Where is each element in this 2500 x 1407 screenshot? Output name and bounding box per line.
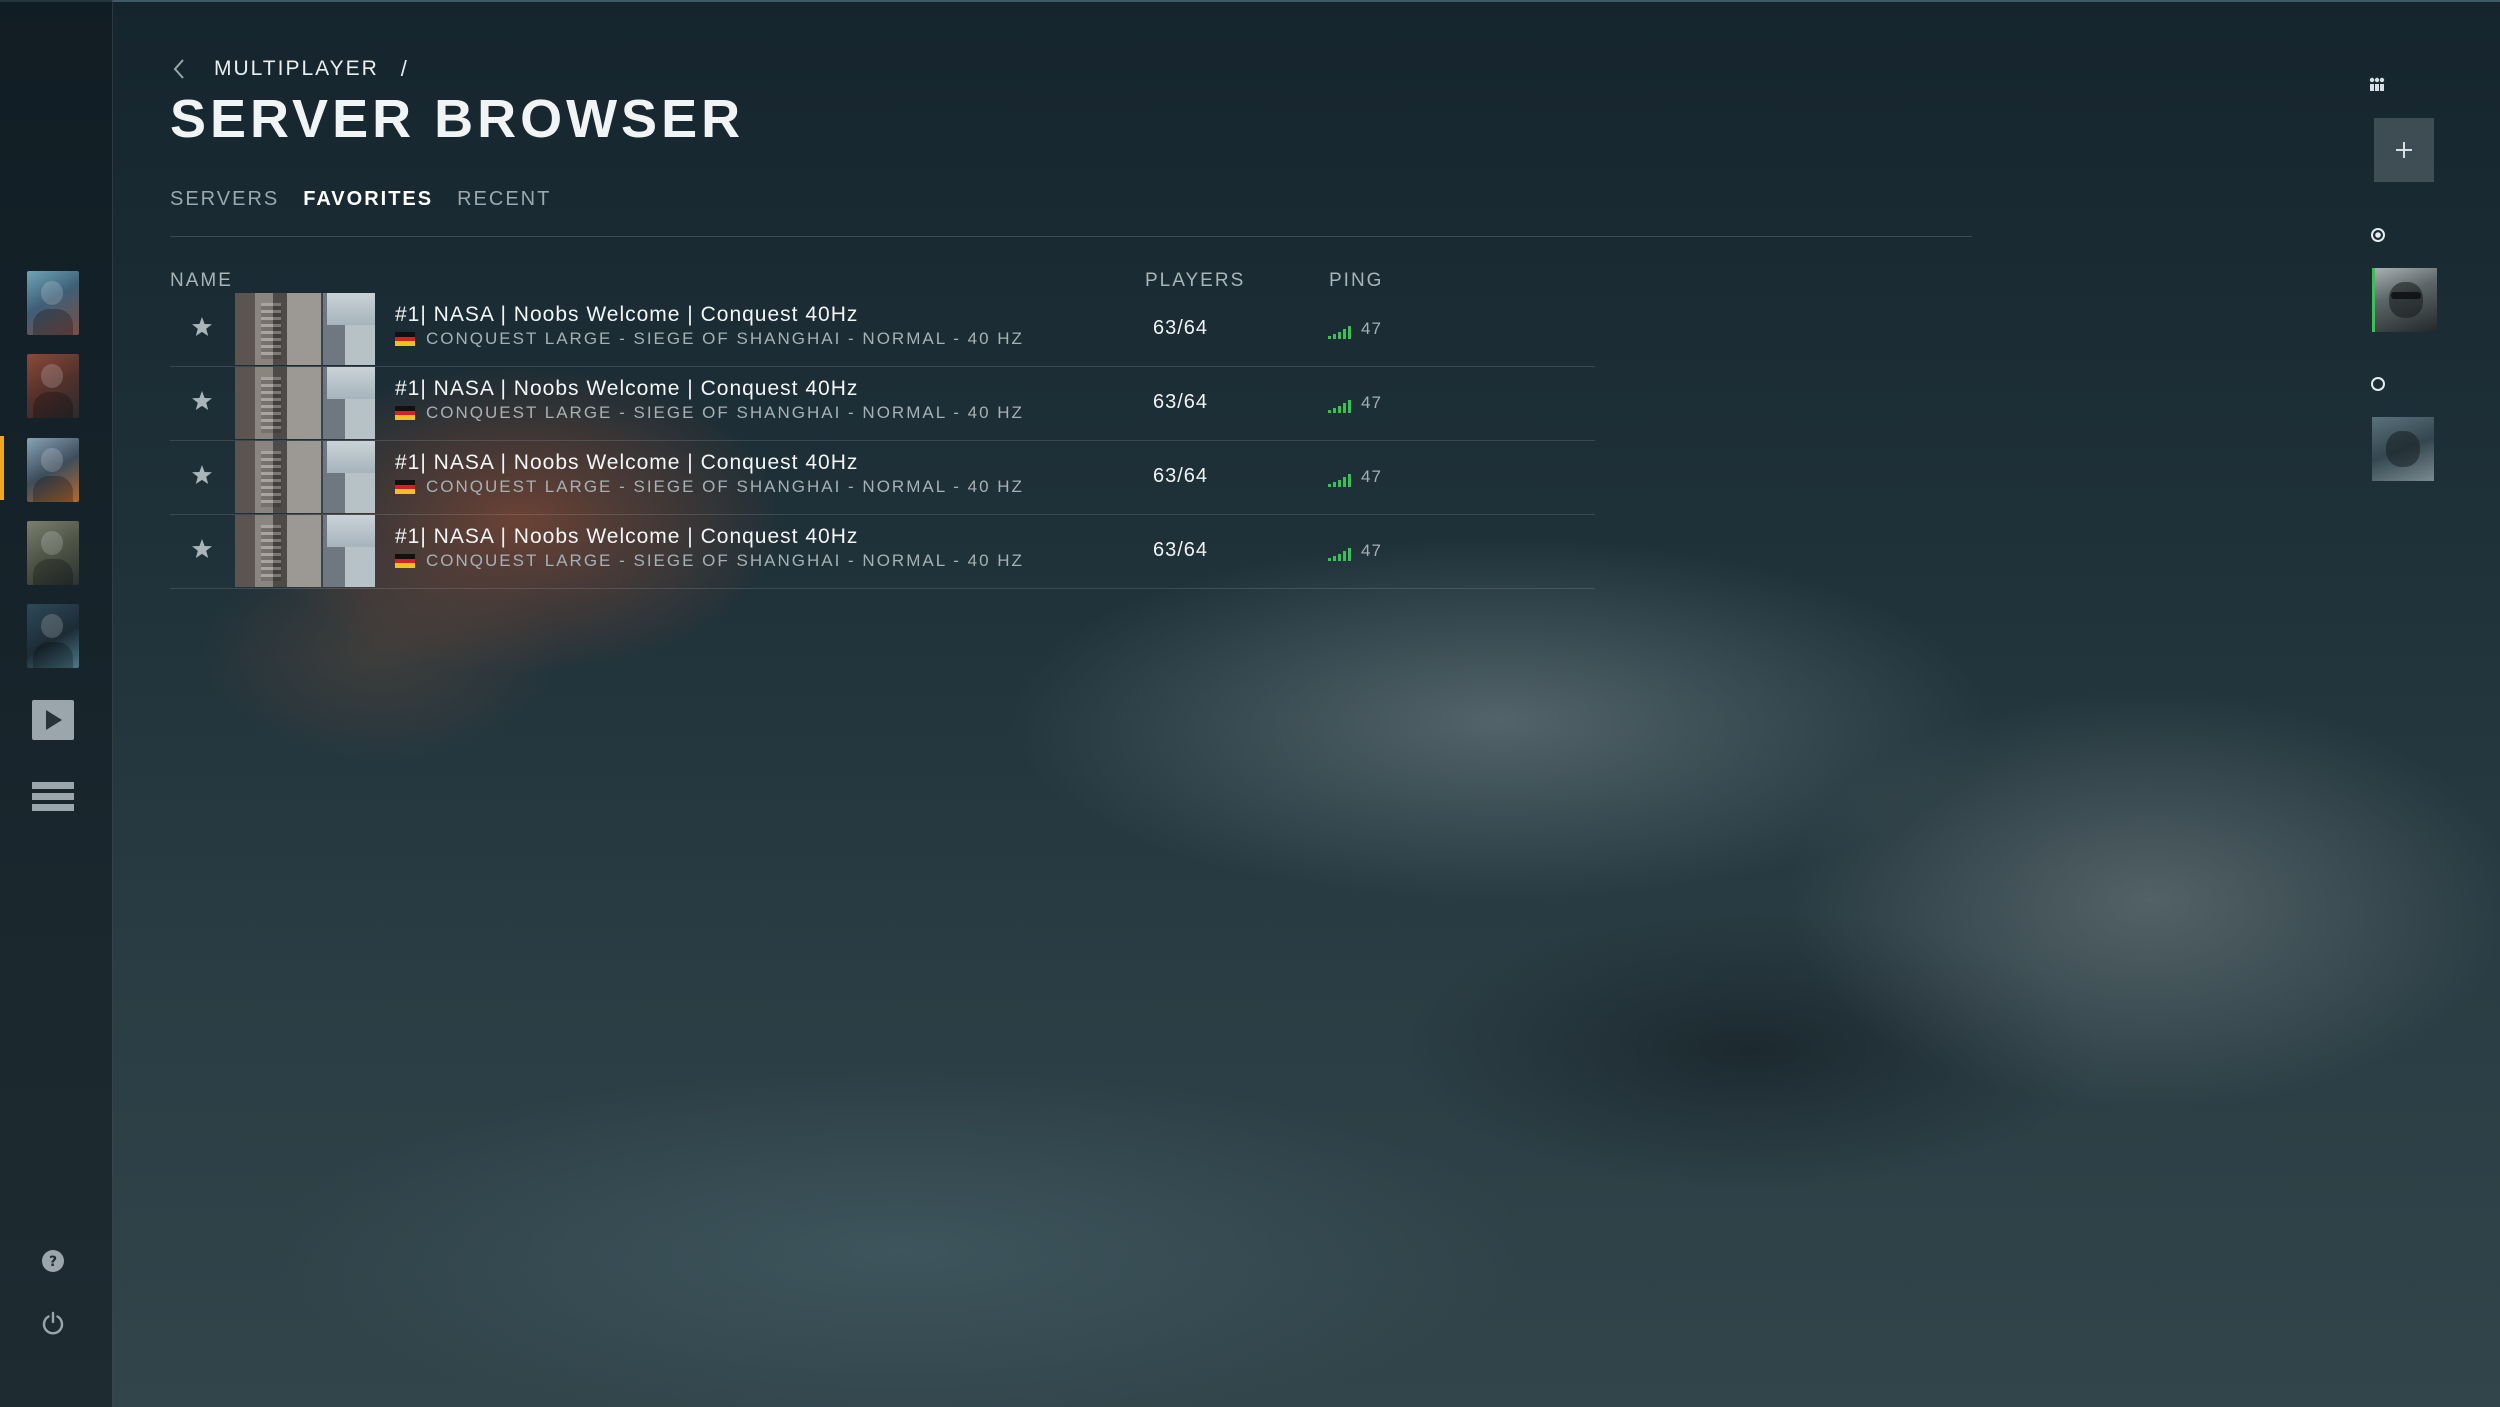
server-row[interactable]: #1| NASA | Noobs Welcome | Conquest 40Hz… bbox=[170, 293, 1595, 367]
map-thumbnail bbox=[235, 441, 375, 513]
tab-favorites[interactable]: FAVORITES bbox=[303, 188, 433, 211]
player-count: 63/64 bbox=[1153, 391, 1209, 413]
germany-flag-icon bbox=[395, 406, 415, 421]
background-scene bbox=[0, 0, 2500, 1407]
tab-servers[interactable]: SERVERS bbox=[170, 188, 279, 211]
add-squad-member-button[interactable] bbox=[2374, 118, 2434, 182]
server-details: CONQUEST LARGE - SIEGE OF SHANGHAI - NOR… bbox=[426, 477, 1024, 496]
back-chevron-icon[interactable] bbox=[166, 54, 192, 84]
top-border bbox=[0, 0, 2500, 2]
soldier-portrait-4[interactable] bbox=[27, 521, 79, 585]
breadcrumb-parent[interactable]: MULTIPLAYER bbox=[214, 57, 379, 81]
ping-value: 47 bbox=[1361, 319, 1382, 338]
help-icon[interactable]: ? bbox=[40, 1248, 66, 1274]
breadcrumb-separator: / bbox=[400, 56, 407, 81]
menu-icon[interactable] bbox=[32, 782, 74, 824]
soldier-portrait-5[interactable] bbox=[27, 604, 79, 668]
server-details: CONQUEST LARGE - SIEGE OF SHANGHAI - NOR… bbox=[426, 403, 1024, 422]
signal-strength-icon bbox=[1328, 399, 1351, 413]
soldier-portrait-2[interactable] bbox=[27, 354, 79, 418]
player-count: 63/64 bbox=[1153, 465, 1209, 487]
map-thumbnail bbox=[235, 515, 375, 587]
server-row[interactable]: #1| NASA | Noobs Welcome | Conquest 40Hz… bbox=[170, 441, 1595, 515]
soldier-portrait-3[interactable] bbox=[27, 438, 79, 502]
server-details: CONQUEST LARGE - SIEGE OF SHANGHAI - NOR… bbox=[426, 329, 1024, 348]
server-name: #1| NASA | Noobs Welcome | Conquest 40Hz bbox=[395, 377, 859, 400]
signal-strength-icon bbox=[1328, 473, 1351, 487]
favorite-star-icon[interactable] bbox=[190, 315, 214, 339]
column-header-name[interactable]: NAME bbox=[170, 270, 233, 292]
svg-text:?: ? bbox=[49, 1254, 57, 1270]
soldier-portrait-1[interactable] bbox=[27, 271, 79, 335]
server-row[interactable]: #1| NASA | Noobs Welcome | Conquest 40Hz… bbox=[170, 367, 1595, 441]
favorite-star-icon[interactable] bbox=[190, 389, 214, 413]
breadcrumb: MULTIPLAYER / bbox=[166, 54, 407, 84]
server-list: #1| NASA | Noobs Welcome | Conquest 40Hz… bbox=[170, 293, 1595, 589]
ping-value: 47 bbox=[1361, 467, 1382, 486]
signal-strength-icon bbox=[1328, 325, 1351, 339]
squad-slot-selected-icon bbox=[2371, 228, 2385, 242]
tab-recent[interactable]: RECENT bbox=[457, 188, 551, 211]
page-title: SERVER BROWSER bbox=[170, 89, 745, 149]
play-icon[interactable] bbox=[32, 700, 74, 740]
ping-value: 47 bbox=[1361, 541, 1382, 560]
squad-member-avatar[interactable] bbox=[2372, 268, 2437, 332]
map-thumbnail bbox=[235, 293, 375, 365]
squad-member-avatar[interactable] bbox=[2372, 417, 2434, 481]
column-header-players[interactable]: PLAYERS bbox=[1145, 270, 1245, 292]
favorite-star-icon[interactable] bbox=[190, 463, 214, 487]
germany-flag-icon bbox=[395, 480, 415, 495]
germany-flag-icon bbox=[395, 332, 415, 347]
server-row[interactable]: #1| NASA | Noobs Welcome | Conquest 40Hz… bbox=[170, 515, 1595, 589]
sidebar-active-indicator bbox=[0, 436, 4, 500]
tabs-divider bbox=[170, 236, 1972, 237]
server-name: #1| NASA | Noobs Welcome | Conquest 40Hz bbox=[395, 451, 859, 474]
favorite-star-icon[interactable] bbox=[190, 537, 214, 561]
player-count: 63/64 bbox=[1153, 539, 1209, 561]
column-header-ping[interactable]: PING bbox=[1329, 270, 1383, 292]
server-name: #1| NASA | Noobs Welcome | Conquest 40Hz bbox=[395, 525, 859, 548]
map-thumbnail bbox=[235, 367, 375, 439]
germany-flag-icon bbox=[395, 554, 415, 569]
server-details: CONQUEST LARGE - SIEGE OF SHANGHAI - NOR… bbox=[426, 551, 1024, 570]
signal-strength-icon bbox=[1328, 547, 1351, 561]
server-name: #1| NASA | Noobs Welcome | Conquest 40Hz bbox=[395, 303, 859, 326]
left-sidebar: ? bbox=[0, 0, 113, 1407]
power-icon[interactable] bbox=[40, 1310, 66, 1336]
ping-value: 47 bbox=[1361, 393, 1382, 412]
squad-slot-empty-icon bbox=[2371, 377, 2385, 391]
squad-icon[interactable] bbox=[2368, 76, 2386, 92]
tab-bar: SERVERS FAVORITES RECENT bbox=[170, 188, 551, 211]
player-count: 63/64 bbox=[1153, 317, 1209, 339]
